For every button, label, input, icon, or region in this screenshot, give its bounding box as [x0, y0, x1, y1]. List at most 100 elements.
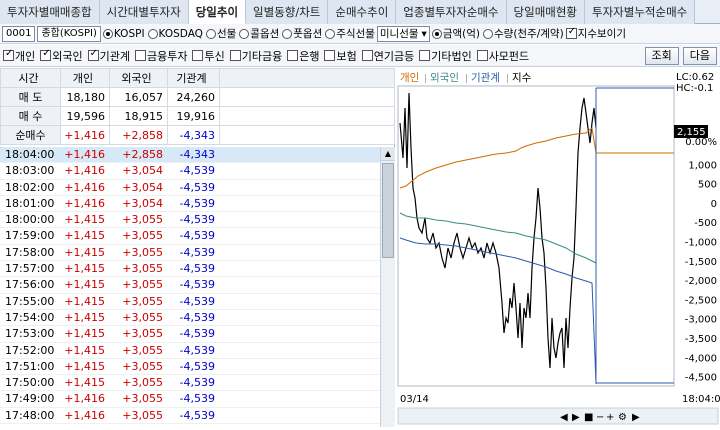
filter-label: 사모펀드 [488, 49, 530, 63]
tab-2[interactable]: 당일추이 [188, 0, 247, 24]
table-row[interactable]: 18:00:00 +1,415 +3,055 -4,539 [0, 212, 380, 229]
radio-dot-icon [102, 28, 113, 39]
zoom-in-icon[interactable]: + [606, 412, 614, 423]
header-foreign: 외국인 [109, 68, 168, 88]
grid-cell: 18:00:00 [5, 213, 55, 227]
market-radio-2[interactable]: 선물 [205, 26, 236, 41]
grid-cell: +1,415 [64, 213, 105, 227]
investor-trend-table: 시간 개인 외국인 기관계 매 도 18,180 16,057 24,260 매 수 19… [0, 68, 395, 427]
filter-checkbox-1[interactable]: 외국인 [40, 48, 83, 64]
summary-cell: 16,057 [109, 87, 168, 107]
checkbox-mark-icon [361, 50, 373, 61]
table-row[interactable]: 17:56:00 +1,415 +3,055 -4,539 [0, 277, 380, 294]
radio-dot-icon [431, 28, 442, 39]
filter-checkbox-4[interactable]: 투신 [192, 48, 225, 64]
tab-6[interactable]: 당일매매현황 [506, 0, 586, 24]
filter-checkbox-6[interactable]: 은행 [287, 48, 319, 64]
scroll-right-icon[interactable]: ▶ [632, 412, 640, 423]
tab-5[interactable]: 업종별투자자순매수 [396, 0, 507, 24]
unit-radio-0[interactable]: 금액(억) [431, 26, 480, 41]
filter-label: 투신 [204, 49, 225, 63]
market-radio-4[interactable]: 풋옵션 [282, 26, 322, 41]
summary-empty-cell [219, 87, 395, 107]
table-row[interactable]: 17:50:00 +1,415 +3,055 -4,539 [0, 375, 380, 392]
summary-empty-cell [219, 106, 395, 126]
table-row[interactable]: 17:59:00 +1,415 +3,055 -4,539 [0, 228, 380, 245]
filter-checkbox-7[interactable]: 보험 [324, 48, 357, 64]
market-radio-5[interactable]: 주식선물 [325, 26, 375, 41]
grid-cell: +1,416 [64, 164, 105, 178]
table-row[interactable]: 17:54:00 +1,415 +3,055 -4,539 [0, 310, 380, 327]
filter-checkbox-3[interactable]: 금융투자 [135, 48, 187, 64]
show-index-checkbox[interactable]: 지수보이기 [565, 26, 626, 41]
zoom-out-icon[interactable]: − [596, 412, 604, 423]
grid-cell: +1,416 [64, 392, 105, 406]
grid-cell: 17:58:00 [5, 245, 55, 259]
grid-cell: -4,539 [179, 294, 215, 308]
table-row[interactable]: 18:01:00 +1,416 +3,054 -4,539 [0, 196, 380, 213]
market-radio-3[interactable]: 콜옵션 [239, 26, 279, 41]
radio-dot-icon [325, 28, 336, 39]
table-row[interactable]: 17:51:00 +1,415 +3,055 -4,539 [0, 359, 380, 376]
time-series-grid[interactable]: 18:04:00 +1,416 +2,858 -4,343 18:03:00 +1,416… [0, 147, 380, 425]
market-radio-1[interactable]: KOSDAQ [147, 26, 203, 41]
filter-checkbox-0[interactable]: 개인 [3, 48, 35, 64]
summary-cell: -4,343 [167, 125, 220, 145]
summary-table: 시간 개인 외국인 기관계 매 도 18,180 16,057 24,260 매 수 19… [0, 68, 395, 145]
settings-icon[interactable]: ⚙ [618, 412, 627, 423]
tab-7[interactable]: 투자자별누적순매수 [585, 0, 696, 24]
query-button[interactable]: 조회 [644, 46, 679, 65]
grid-cell: -4,539 [179, 343, 215, 357]
filter-label: 기타금융 [241, 49, 283, 63]
summary-row-label: 순매수 [0, 125, 61, 145]
y-axis-tick-label: -3,000 [685, 315, 717, 326]
legend-separator: | [465, 74, 468, 84]
scroll-thumb[interactable] [382, 163, 394, 258]
tab-3[interactable]: 일별동향/차트 [246, 0, 329, 24]
index-name-field[interactable]: 종합(KOSPI) [37, 25, 101, 42]
play-icon[interactable]: ▶ [572, 412, 580, 423]
table-row[interactable]: 17:57:00 +1,415 +3,055 -4,539 [0, 261, 380, 278]
grid-cell: +3,054 [122, 180, 163, 194]
checkbox-mark-icon [419, 50, 431, 61]
filter-checkbox-5[interactable]: 기타금융 [229, 48, 283, 64]
filter-checkbox-2[interactable]: 기관계 [87, 48, 130, 64]
table-row[interactable]: 17:48:00 +1,416 +3,055 -4,539 [0, 408, 380, 425]
table-row[interactable]: 17:49:00 +1,416 +3,055 -4,539 [0, 391, 380, 408]
table-row[interactable]: 17:58:00 +1,415 +3,055 -4,539 [0, 245, 380, 262]
trend-chart[interactable]: 개인 | 외국인 | 기관계 | 지수 LC:0.62 HC:-0.1 0.00% 1,000… [396, 68, 720, 427]
tab-0[interactable]: 투자자별매매종합 [0, 0, 100, 24]
grid-cell: -4,539 [179, 392, 215, 406]
stop-icon[interactable]: ■ [584, 412, 593, 423]
market-radio-0[interactable]: KOSPI [102, 26, 145, 41]
table-row[interactable]: 17:53:00 +1,415 +3,055 -4,539 [0, 326, 380, 343]
scroll-up-icon[interactable]: ▲ [381, 147, 395, 161]
futures-select[interactable]: 미니선물 ▾ [376, 25, 430, 42]
table-row[interactable]: 18:04:00 +1,416 +2,858 -4,343 [0, 147, 380, 164]
grid-cell: -4,539 [179, 359, 215, 373]
unit-radio-1[interactable]: 수량(천주/계약) [483, 26, 564, 41]
header-institution: 기관계 [167, 68, 220, 88]
tab-4[interactable]: 순매수추이 [328, 0, 397, 24]
filter-checkbox-10[interactable]: 사모펀드 [476, 48, 530, 64]
legend-separator: | [424, 74, 427, 84]
table-row[interactable]: 17:52:00 +1,415 +3,055 -4,539 [0, 343, 380, 359]
table-row[interactable]: 17:55:00 +1,415 +3,055 -4,539 [0, 294, 380, 310]
grid-cell: +1,415 [64, 327, 105, 341]
next-button[interactable]: 다음 [682, 46, 717, 65]
table-row[interactable]: 18:02:00 +1,416 +3,054 -4,539 [0, 180, 380, 196]
grid-cell: +1,415 [64, 245, 105, 259]
filter-checkbox-9[interactable]: 기타법인 [419, 48, 472, 64]
index-code-input[interactable]: 0001 [2, 25, 36, 42]
legend-item: 지수 [512, 72, 532, 84]
y-axis-tick-label: -1,500 [685, 257, 717, 268]
grid-cell: -4,539 [179, 180, 215, 194]
table-row[interactable]: 18:03:00 +1,416 +3,054 -4,539 [0, 163, 380, 180]
tab-1[interactable]: 시간대별투자자 [99, 0, 189, 24]
vertical-scrollbar[interactable]: ▲ [380, 147, 395, 427]
filter-checkbox-8[interactable]: 연기금등 [361, 48, 414, 64]
grid-cell: -4,539 [179, 229, 215, 243]
summary-cell: 19,916 [167, 106, 220, 126]
scroll-left-icon[interactable]: ◀ [560, 412, 568, 423]
futures-select-value: 미니선물 [379, 28, 419, 40]
